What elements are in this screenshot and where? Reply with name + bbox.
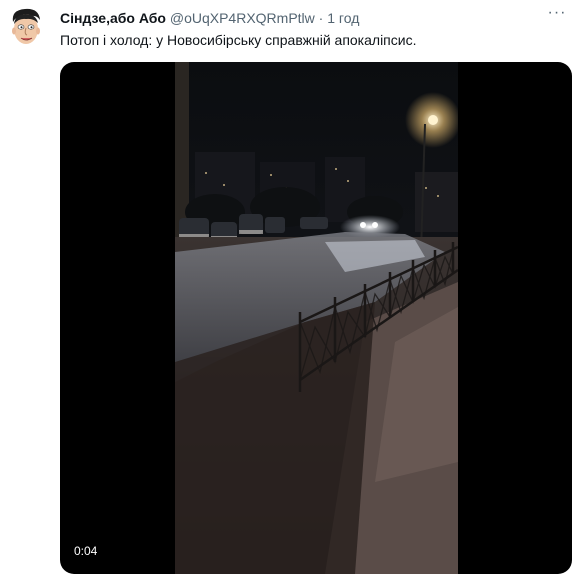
cartoon-face-avatar-icon (12, 8, 40, 44)
video-player[interactable]: 0:04 (60, 62, 572, 574)
flooded-street-night-image (175, 62, 458, 574)
more-options-icon[interactable]: ··· (546, 4, 568, 26)
header-separator: · (318, 10, 324, 26)
video-duration: 0:04 (69, 542, 103, 560)
tweet-timestamp[interactable]: 1 год (327, 10, 359, 26)
avatar[interactable] (7, 6, 45, 48)
video-thumbnail (175, 62, 458, 574)
author-name[interactable]: Сіндзе,або Або (60, 10, 166, 26)
tweet-header: Сіндзе,або Або @oUqXP4RXQRmPtlw · 1 год (60, 9, 359, 27)
tweet-text: Потоп і холод: у Новосибірську справжній… (60, 32, 417, 48)
author-handle[interactable]: @oUqXP4RXQRmPtlw (170, 10, 315, 26)
